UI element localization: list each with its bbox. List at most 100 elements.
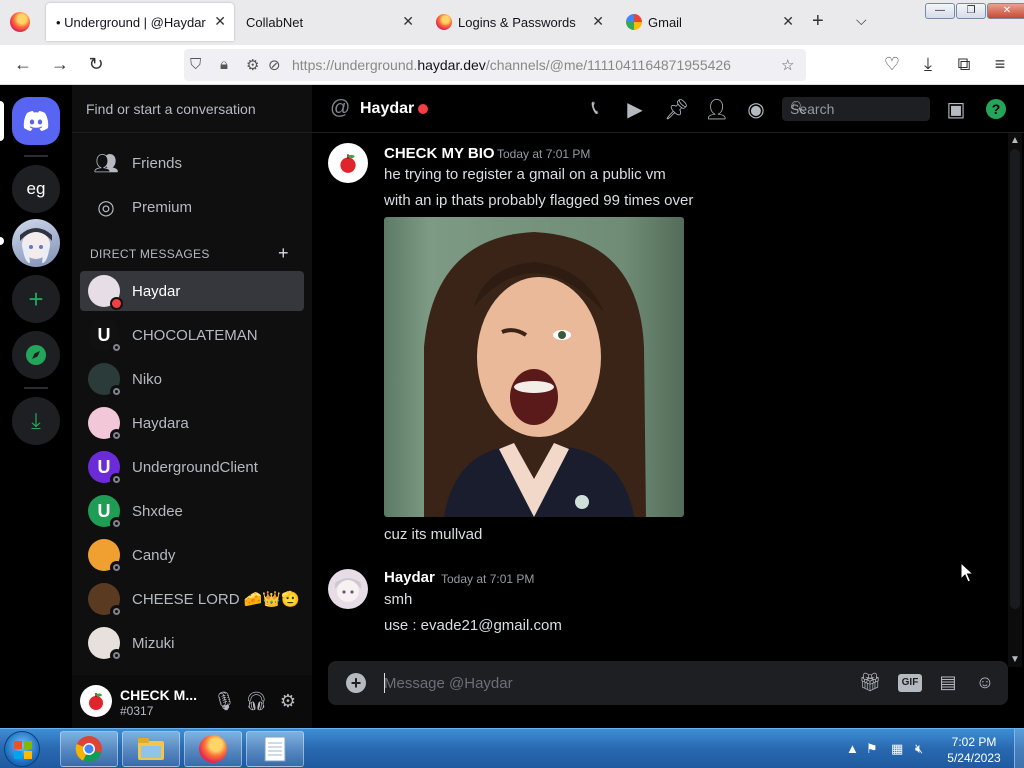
tray-expand-icon[interactable]: ▲ [846, 741, 859, 756]
message-author[interactable]: CHECK MY BIO [384, 145, 495, 162]
dm-item[interactable]: Candy [80, 535, 304, 575]
message-author[interactable]: Haydar [384, 569, 435, 586]
chevron-down-icon[interactable]: ⌵ [856, 12, 867, 29]
separator [24, 387, 48, 389]
upload-plus-icon[interactable]: + [346, 673, 366, 693]
tab-logins-passwords[interactable]: Logins & Passwords ✕ [426, 3, 612, 41]
close-icon[interactable]: ✕ [214, 13, 226, 30]
close-window-button[interactable]: ✕ [987, 3, 1024, 19]
minimize-button[interactable]: — [925, 3, 955, 19]
url-text[interactable]: https://underground.haydar.dev/channels/… [292, 57, 731, 73]
maximize-button[interactable]: ❐ [956, 3, 986, 19]
permissions-icon[interactable]: ⚙ [246, 56, 259, 74]
dm-item[interactable]: Niko [80, 359, 304, 399]
gift-icon[interactable]: 🎁︎ [858, 672, 882, 693]
taskbar-explorer[interactable] [122, 731, 180, 767]
message-input[interactable] [384, 670, 844, 696]
emoji-icon[interactable]: ☺ [973, 672, 997, 693]
voice-call-icon[interactable]: 📞︎ [583, 97, 607, 120]
dm-item[interactable]: CHEESE LORD 🧀👑🫡 [80, 579, 304, 619]
url-bar[interactable]: ⛉ 🔒︎ ⚙ ⊘ https://underground.haydar.dev/… [184, 49, 806, 81]
dm-item[interactable]: Haydar [80, 271, 304, 311]
message-avatar[interactable] [328, 569, 368, 609]
volume-muted-icon[interactable]: 🔇︎ [915, 741, 923, 757]
bookmark-star-icon[interactable]: ☆ [781, 56, 794, 74]
back-arrow-icon[interactable]: ← [12, 54, 34, 75]
taskbar-clock[interactable]: 7:02 PM 5/24/2023 [944, 734, 1004, 766]
explore-servers-button[interactable] [12, 331, 60, 379]
tab-collabnet[interactable]: CollabNet ✕ [236, 3, 422, 41]
tab-gmail[interactable]: Gmail ✕ [616, 3, 802, 41]
inbox-icon[interactable]: ▣ [944, 97, 968, 122]
firefox-icon[interactable] [10, 12, 30, 32]
scroll-down-icon[interactable]: ▼ [1010, 654, 1020, 665]
dm-item[interactable]: U CHOCOLATEMAN [80, 315, 304, 355]
status-offline-icon [110, 385, 123, 398]
headphones-icon[interactable]: 🎧︎ [245, 691, 268, 712]
download-icon[interactable]: ⤓ [917, 54, 939, 75]
taskbar-chrome[interactable] [60, 731, 118, 767]
pocket-icon[interactable]: ♡ [881, 54, 903, 75]
dm-search-placeholder[interactable]: Find or start a conversation [86, 101, 256, 117]
dm-avatar: U [88, 319, 123, 354]
nav-premium[interactable]: ◎ Premium [80, 187, 304, 227]
network-icon[interactable]: ▦ [891, 741, 903, 757]
scroll-up-icon[interactable]: ▲ [1010, 135, 1020, 146]
chat-scrollbar-thumb[interactable] [1010, 149, 1020, 609]
dm-search-bar[interactable]: Find or start a conversation [72, 85, 312, 133]
close-icon[interactable]: ✕ [592, 13, 604, 30]
sticker-icon[interactable]: ▤ [936, 672, 960, 693]
taskbar-firefox[interactable] [184, 731, 242, 767]
message-timestamp: Today at 7:01 PM [441, 572, 535, 586]
gif-icon[interactable]: GIF [898, 674, 922, 692]
message-text: smh [384, 591, 413, 608]
user-profile-icon[interactable]: ◉ [744, 97, 768, 122]
discord-home-button[interactable] [12, 97, 60, 145]
server-eg[interactable]: eg [12, 165, 60, 213]
add-server-button[interactable]: + [12, 275, 60, 323]
pin-icon[interactable]: 📌︎ [664, 97, 689, 122]
mute-mic-icon[interactable]: 🎙︎ [213, 691, 236, 712]
tab-underground[interactable]: • Underground | @Haydar ✕ [46, 3, 234, 41]
user-avatar[interactable] [80, 685, 112, 717]
lock-icon[interactable]: 🔒︎ [220, 56, 228, 73]
create-dm-icon[interactable]: + [278, 243, 289, 264]
dm-item[interactable]: U Shxdee [80, 491, 304, 531]
chat-search-input[interactable]: Search 🔍︎ [782, 97, 930, 121]
gear-icon[interactable]: ⚙ [277, 691, 299, 712]
show-desktop-button[interactable] [1014, 729, 1024, 768]
compass-icon [26, 345, 46, 365]
recipient-name[interactable]: Haydar [360, 100, 414, 118]
shield-icon[interactable]: ⛉ [190, 56, 201, 73]
close-icon[interactable]: ✕ [402, 13, 414, 30]
help-icon[interactable]: ? [986, 99, 1006, 119]
add-friend-icon[interactable]: 👤︎ [704, 97, 729, 122]
forward-arrow-icon[interactable]: → [49, 54, 71, 75]
download-apps-button[interactable]: ⤓ [12, 397, 60, 445]
status-offline-icon [110, 429, 123, 442]
dm-name: CHOCOLATEMAN [132, 326, 258, 344]
selected-indicator [0, 101, 4, 141]
nav-label: Friends [132, 154, 183, 172]
new-tab-icon[interactable]: + [812, 10, 824, 33]
user-name[interactable]: CHECK M... [120, 687, 197, 703]
extensions-icon[interactable]: ⧉ [953, 54, 975, 75]
menu-icon[interactable]: ≡ [989, 54, 1011, 75]
dm-item[interactable]: Mizuki [80, 623, 304, 663]
taskbar-notepad[interactable] [246, 731, 304, 767]
start-button[interactable] [4, 731, 40, 767]
video-call-icon[interactable]: ▶ [623, 97, 647, 122]
tracking-off-icon[interactable]: ⊘ [268, 56, 281, 74]
message-image-attachment[interactable] [384, 217, 684, 517]
dm-item[interactable]: Haydara [80, 403, 304, 443]
nav-friends[interactable]: 👥︎ Friends [80, 143, 304, 183]
apple-icon [340, 154, 356, 173]
dm-avatar: U [88, 451, 123, 486]
server-avatar[interactable] [12, 219, 60, 267]
message-avatar[interactable] [328, 143, 368, 183]
reload-icon[interactable]: ↻ [85, 54, 107, 75]
dm-item[interactable]: U UndergroundClient [80, 447, 304, 487]
action-center-icon[interactable]: ⚑ [866, 741, 878, 757]
status-dnd-icon [418, 104, 428, 114]
close-icon[interactable]: ✕ [782, 13, 794, 30]
